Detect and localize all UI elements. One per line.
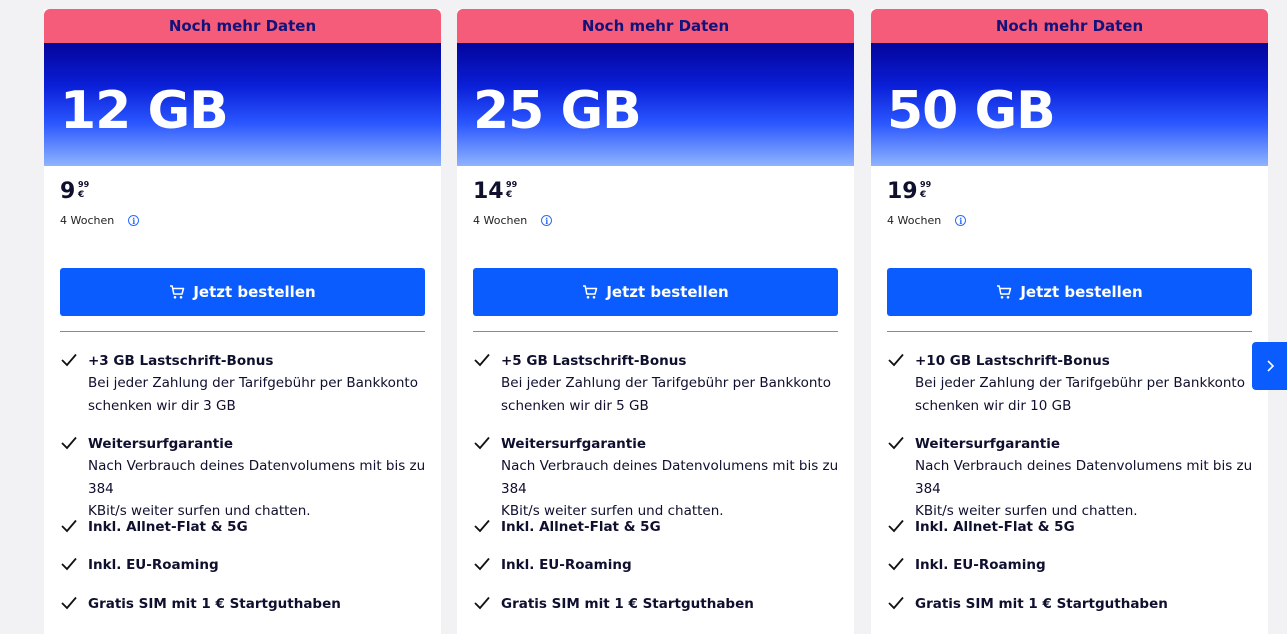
- check-icon: [888, 436, 904, 450]
- billing-period: 4 Wochen i: [473, 214, 553, 227]
- feature-item: +3 GB Lastschrift-Bonus Bei jeder Zahlun…: [60, 352, 430, 417]
- feature-title: Inkl. EU-Roaming: [501, 557, 632, 573]
- check-icon: [888, 519, 904, 533]
- feature-description: Nach Verbrauch deines Datenvolumens mit …: [88, 458, 426, 519]
- data-volume: 25 GB: [473, 81, 642, 141]
- price-currency: €: [506, 190, 513, 200]
- feature-item: Inkl. Allnet-Flat & 5G: [60, 518, 430, 536]
- order-button[interactable]: Jetzt bestellen: [473, 268, 838, 316]
- cart-icon: [170, 285, 185, 299]
- check-icon: [474, 557, 490, 571]
- period-label: 4 Wochen: [473, 214, 528, 227]
- feature-item: Inkl. EU-Roaming: [473, 556, 843, 574]
- check-icon: [61, 557, 77, 571]
- check-icon: [474, 519, 490, 533]
- price-currency: €: [920, 190, 927, 200]
- cart-icon: [997, 285, 1012, 299]
- carousel-next-button[interactable]: [1252, 342, 1287, 390]
- feature-description: Nach Verbrauch deines Datenvolumens mit …: [915, 458, 1253, 519]
- feature-item: Inkl. EU-Roaming: [887, 556, 1257, 574]
- order-button-label: Jetzt bestellen: [193, 283, 316, 301]
- feature-title: +3 GB Lastschrift-Bonus: [88, 353, 274, 369]
- feature-title: Gratis SIM mit 1 € Startguthaben: [915, 596, 1168, 612]
- check-icon: [888, 596, 904, 610]
- check-icon: [61, 596, 77, 610]
- price-integer: 9: [60, 179, 76, 204]
- feature-title: Gratis SIM mit 1 € Startguthaben: [88, 596, 341, 612]
- feature-description: Bei jeder Zahlung der Tarifgebühr per Ba…: [501, 375, 831, 414]
- check-icon: [888, 557, 904, 571]
- info-icon[interactable]: i: [128, 215, 140, 226]
- chevron-right-icon: [1267, 360, 1275, 372]
- feature-description: Bei jeder Zahlung der Tarifgebühr per Ba…: [915, 375, 1245, 414]
- divider: [473, 331, 838, 332]
- period-label: 4 Wochen: [887, 214, 942, 227]
- feature-item: +5 GB Lastschrift-Bonus Bei jeder Zahlun…: [473, 352, 843, 417]
- feature-title: Inkl. Allnet-Flat & 5G: [501, 519, 661, 535]
- feature-item: Weitersurfgarantie Nach Verbrauch deines…: [473, 435, 843, 523]
- feature-description: Bei jeder Zahlung der Tarifgebühr per Ba…: [88, 375, 418, 414]
- card-hero: 12 GB: [44, 43, 441, 166]
- tariff-card: Noch mehr Daten 25 GB 14 99 € 4 Wochen i…: [457, 9, 854, 634]
- order-button[interactable]: Jetzt bestellen: [60, 268, 425, 316]
- feature-item: Inkl. Allnet-Flat & 5G: [473, 518, 843, 536]
- feature-title: Gratis SIM mit 1 € Startguthaben: [501, 596, 754, 612]
- tariff-card: Noch mehr Daten 12 GB 9 99 € 4 Wochen i …: [44, 9, 441, 634]
- tariff-card: Noch mehr Daten 50 GB 19 99 € 4 Wochen i…: [871, 9, 1268, 634]
- order-button-label: Jetzt bestellen: [1020, 283, 1143, 301]
- feature-title: +10 GB Lastschrift-Bonus: [915, 353, 1110, 369]
- feature-item: Weitersurfgarantie Nach Verbrauch deines…: [60, 435, 430, 523]
- feature-item: Gratis SIM mit 1 € Startguthaben: [887, 595, 1257, 613]
- feature-item: Weitersurfgarantie Nach Verbrauch deines…: [887, 435, 1257, 523]
- feature-title: Inkl. Allnet-Flat & 5G: [88, 519, 248, 535]
- billing-period: 4 Wochen i: [887, 214, 967, 227]
- check-icon: [61, 353, 77, 367]
- card-hero: 50 GB: [871, 43, 1268, 166]
- price-cents: 99: [506, 180, 518, 189]
- divider: [887, 331, 1252, 332]
- feature-title: Weitersurfgarantie: [501, 436, 647, 452]
- feature-title: +5 GB Lastschrift-Bonus: [501, 353, 687, 369]
- card-hero: 25 GB: [457, 43, 854, 166]
- feature-item: Gratis SIM mit 1 € Startguthaben: [473, 595, 843, 613]
- feature-title: Weitersurfgarantie: [915, 436, 1061, 452]
- feature-title: Inkl. EU-Roaming: [88, 557, 219, 573]
- divider: [60, 331, 425, 332]
- price-currency: €: [78, 190, 85, 200]
- info-icon[interactable]: i: [541, 215, 553, 226]
- tariff-carousel: Noch mehr Daten 12 GB 9 99 € 4 Wochen i …: [0, 0, 1287, 634]
- feature-description: Nach Verbrauch deines Datenvolumens mit …: [501, 458, 839, 519]
- order-button[interactable]: Jetzt bestellen: [887, 268, 1252, 316]
- info-icon[interactable]: i: [955, 215, 967, 226]
- order-button-label: Jetzt bestellen: [606, 283, 729, 301]
- billing-period: 4 Wochen i: [60, 214, 140, 227]
- card-badge: Noch mehr Daten: [44, 9, 441, 43]
- check-icon: [474, 353, 490, 367]
- feature-title: Inkl. Allnet-Flat & 5G: [915, 519, 1075, 535]
- feature-title: Inkl. EU-Roaming: [915, 557, 1046, 573]
- feature-title: Weitersurfgarantie: [88, 436, 234, 452]
- check-icon: [61, 519, 77, 533]
- price-integer: 19: [887, 179, 918, 204]
- card-badge: Noch mehr Daten: [871, 9, 1268, 43]
- check-icon: [61, 436, 77, 450]
- feature-item: Inkl. Allnet-Flat & 5G: [887, 518, 1257, 536]
- check-icon: [888, 353, 904, 367]
- cart-icon: [583, 285, 598, 299]
- data-volume: 50 GB: [887, 81, 1056, 141]
- check-icon: [474, 596, 490, 610]
- card-badge: Noch mehr Daten: [457, 9, 854, 43]
- period-label: 4 Wochen: [60, 214, 115, 227]
- data-volume: 12 GB: [60, 81, 229, 141]
- price-cents: 99: [920, 180, 932, 189]
- feature-item: +10 GB Lastschrift-Bonus Bei jeder Zahlu…: [887, 352, 1257, 417]
- price-integer: 14: [473, 179, 504, 204]
- feature-item: Inkl. EU-Roaming: [60, 556, 430, 574]
- check-icon: [474, 436, 490, 450]
- feature-item: Gratis SIM mit 1 € Startguthaben: [60, 595, 430, 613]
- price-cents: 99: [78, 180, 90, 189]
